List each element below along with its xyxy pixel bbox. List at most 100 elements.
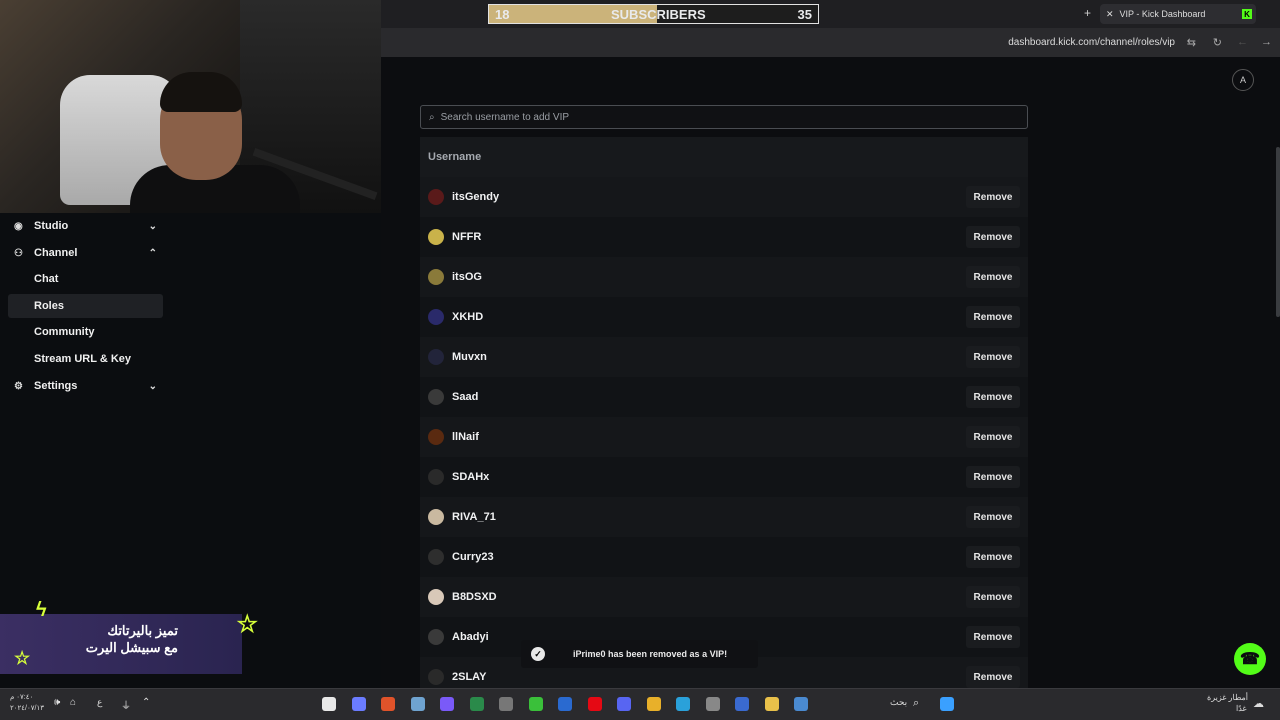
volume-icon[interactable]: 🕪 xyxy=(54,697,60,708)
language-indicator[interactable]: ع xyxy=(97,697,102,708)
table-row: itsGendy Remove xyxy=(420,177,1028,217)
remove-button[interactable]: Remove xyxy=(966,506,1020,528)
app-icon[interactable] xyxy=(381,697,395,711)
user-avatar xyxy=(428,669,444,685)
sidebar-item-roles[interactable]: Roles xyxy=(8,294,163,318)
site-settings-icon[interactable]: ⇆ xyxy=(1187,36,1196,49)
table-row: Muvxn Remove xyxy=(420,337,1028,377)
webcam-overlay xyxy=(0,0,381,213)
weather-icon: ☁ xyxy=(1253,698,1264,710)
remove-button[interactable]: Remove xyxy=(966,346,1020,368)
remove-button[interactable]: Remove xyxy=(966,666,1020,688)
remove-button[interactable]: Remove xyxy=(966,226,1020,248)
user-avatar xyxy=(428,469,444,485)
network-icon[interactable]: ⌂ xyxy=(70,697,76,708)
store-icon[interactable] xyxy=(705,697,720,711)
app-icon[interactable] xyxy=(351,697,366,711)
sidebar-item-label: Settings xyxy=(34,380,78,392)
app-icon[interactable] xyxy=(794,697,808,711)
remove-button[interactable]: Remove xyxy=(966,426,1020,448)
vip-search-input[interactable]: ⌕ Search username to add VIP xyxy=(420,105,1028,129)
xbox-icon[interactable] xyxy=(528,697,543,711)
sidebar-item-label: Studio xyxy=(34,220,69,232)
forward-icon[interactable]: → xyxy=(1261,36,1272,48)
account-avatar-icon[interactable]: A xyxy=(1232,69,1254,91)
alert-promo-banner: تميز باليرتاتك مع سبيشل اليرت ☆ ☆ ϟ xyxy=(0,600,258,674)
table-row: RIVA_71 Remove xyxy=(420,497,1028,537)
support-chat-icon[interactable]: ☎ xyxy=(1234,643,1266,675)
channel-icon: ⚇ xyxy=(14,247,23,259)
back-icon[interactable]: ← xyxy=(1237,36,1248,48)
check-icon: ✓ xyxy=(531,647,545,661)
remove-button[interactable]: Remove xyxy=(966,386,1020,408)
app-icon[interactable] xyxy=(499,697,513,711)
sidebar-item-label: Channel xyxy=(34,247,78,259)
windows-taskbar: ٠٧:٤٠ م ٢٠٢٤/٠٧/١٣ 🕪 ⌂ ع ⏚ ⌃ بحث ⌕ أمطار… xyxy=(0,688,1280,720)
username: B8DSXD xyxy=(452,591,497,603)
subscriber-goal-current: 18 xyxy=(495,7,510,22)
table-row: Curry23 Remove xyxy=(420,537,1028,577)
app-icon[interactable] xyxy=(558,697,572,711)
folder-icon[interactable] xyxy=(764,697,779,711)
discord-icon[interactable] xyxy=(617,697,631,711)
windows-start-icon[interactable] xyxy=(940,697,954,711)
app-icon[interactable] xyxy=(735,697,749,711)
sidebar-item-chat[interactable]: Chat xyxy=(8,267,163,291)
chrome-icon[interactable] xyxy=(646,697,661,711)
netflix-icon[interactable] xyxy=(587,697,602,711)
weather-subtext: غدًا xyxy=(1236,704,1247,713)
remove-button[interactable]: Remove xyxy=(966,306,1020,328)
steam-icon[interactable] xyxy=(410,697,425,711)
user-avatar xyxy=(428,309,444,325)
browser-tab[interactable]: ✕ VIP - Kick Dashboard K xyxy=(1100,4,1256,24)
url-text[interactable]: dashboard.kick.com/channel/roles/vip xyxy=(1008,37,1175,48)
remove-button[interactable]: Remove xyxy=(966,546,1020,568)
address-bar[interactable]: dashboard.kick.com/channel/roles/vip ⇆ ↻… xyxy=(381,28,1280,57)
sidebar-item-label: Chat xyxy=(34,273,59,285)
telegram-icon[interactable] xyxy=(676,697,690,711)
app-icon[interactable] xyxy=(440,697,454,711)
remove-button[interactable]: Remove xyxy=(966,626,1020,648)
sidebar-item-community[interactable]: Community xyxy=(8,320,163,344)
subscriber-goal-target: 35 xyxy=(797,7,812,22)
sidebar-item-studio[interactable]: ◉ Studio ⌄ xyxy=(8,214,163,238)
app-icon[interactable] xyxy=(469,697,484,711)
search-icon[interactable]: ⌕ xyxy=(913,697,919,710)
microphone-icon[interactable]: ⏚ xyxy=(121,697,131,712)
reload-icon[interactable]: ↻ xyxy=(1213,36,1222,49)
gear-icon: ⚙ xyxy=(14,380,23,392)
sidebar-item-stream-url-key[interactable]: Stream URL & Key xyxy=(8,347,163,371)
taskbar-search-label[interactable]: بحث xyxy=(890,697,907,708)
user-avatar xyxy=(428,589,444,605)
username: SDAHx xyxy=(452,471,490,483)
sidebar-item-settings[interactable]: ⚙ Settings ⌄ xyxy=(8,374,163,398)
user-avatar xyxy=(428,509,444,525)
notification-toast: ✓ iPrime0 has been removed as a VIP! xyxy=(521,640,758,668)
remove-button[interactable]: Remove xyxy=(966,266,1020,288)
user-avatar xyxy=(428,269,444,285)
user-avatar xyxy=(428,549,444,565)
username: XKHD xyxy=(452,311,484,323)
chevron-up-icon[interactable]: ⌃ xyxy=(142,697,150,708)
new-tab-button[interactable]: + xyxy=(1084,6,1091,20)
sidebar-item-channel[interactable]: ⚇ Channel ⌃ xyxy=(8,241,163,265)
streamer-headset xyxy=(160,72,242,112)
user-avatar xyxy=(428,629,444,645)
lightning-icon: ϟ xyxy=(36,599,47,621)
dashboard-sidebar: ◉ Studio ⌄ ⚇ Channel ⌃ Chat Roles Commun… xyxy=(0,213,381,613)
table-row: XKHD Remove xyxy=(420,297,1028,337)
remove-button[interactable]: Remove xyxy=(966,586,1020,608)
promo-line-1: تميز باليرتاتك xyxy=(107,623,178,638)
scrollbar-thumb[interactable] xyxy=(1276,147,1280,317)
search-icon: ⌕ xyxy=(429,111,435,123)
weather-text: أمطار غزيرة xyxy=(1207,693,1249,702)
username: RIVA_71 xyxy=(452,511,496,523)
remove-button[interactable]: Remove xyxy=(966,466,1020,488)
table-row: Saad Remove xyxy=(420,377,1028,417)
tab-close-icon[interactable]: ✕ xyxy=(1106,9,1114,20)
app-icon[interactable] xyxy=(322,697,336,711)
table-row: NFFR Remove xyxy=(420,217,1028,257)
tab-title: VIP - Kick Dashboard xyxy=(1119,9,1206,19)
remove-button[interactable]: Remove xyxy=(966,186,1020,208)
toast-message: iPrime0 has been removed as a VIP! xyxy=(573,649,728,659)
